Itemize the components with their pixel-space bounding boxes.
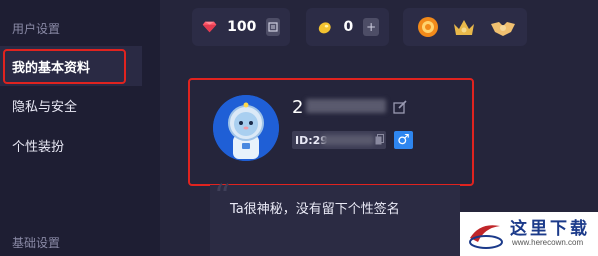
diamond-detail-button[interactable] <box>266 18 280 36</box>
bean-icon <box>318 22 331 34</box>
sidebar-item-basic-profile[interactable]: 我的基本资料 <box>0 46 142 86</box>
signature-area <box>210 185 460 256</box>
quote-icon: “ <box>214 177 231 215</box>
sidebar-item-privacy-security[interactable]: 隐私与安全 <box>0 85 142 125</box>
diamond-count: 100 <box>227 19 257 35</box>
diamond-icon <box>202 21 217 33</box>
astronaut-avatar-image <box>213 95 279 161</box>
sidebar-item-label: 个性装扮 <box>12 139 65 155</box>
watermark-logo-icon <box>469 225 503 249</box>
section-title-user-settings: 用户设置 <box>12 22 61 36</box>
add-beans-button[interactable]: + <box>363 18 379 36</box>
sidebar-item-label: 我的基本资料 <box>12 60 91 76</box>
plus-icon: + <box>366 20 377 34</box>
section-title-basic-settings: 基础设置 <box>12 236 61 250</box>
user-id-redaction <box>322 135 374 145</box>
sidebar-item-label: 隐私与安全 <box>12 99 78 115</box>
edit-icon[interactable] <box>393 100 407 114</box>
bean-balance: 0 + <box>306 8 389 46</box>
orange-medal-icon[interactable] <box>417 16 439 38</box>
copy-icon[interactable] <box>375 134 384 145</box>
bean-count: 0 <box>343 19 354 35</box>
list-icon <box>268 22 278 32</box>
watermark-url: www.herecown.com <box>512 238 584 247</box>
handshake-icon[interactable] <box>489 16 517 38</box>
crown-icon[interactable] <box>451 16 477 38</box>
sidebar-item-personal-decoration[interactable]: 个性装扮 <box>0 125 142 165</box>
avatar[interactable] <box>213 95 279 161</box>
personal-signature: Ta很神秘，没有留下个性签名 <box>230 202 400 217</box>
male-icon: ♂ <box>397 132 410 148</box>
watermark-title: 这里下载 <box>510 219 590 239</box>
gender-male-badge: ♂ <box>394 131 413 149</box>
username: 2 <box>292 97 304 118</box>
badge-collection <box>403 8 527 46</box>
username-redaction <box>306 99 386 113</box>
settings-sidebar: 用户设置 我的基本资料 隐私与安全 个性装扮 基础设置 <box>0 0 160 256</box>
diamond-balance: 100 <box>192 8 290 46</box>
